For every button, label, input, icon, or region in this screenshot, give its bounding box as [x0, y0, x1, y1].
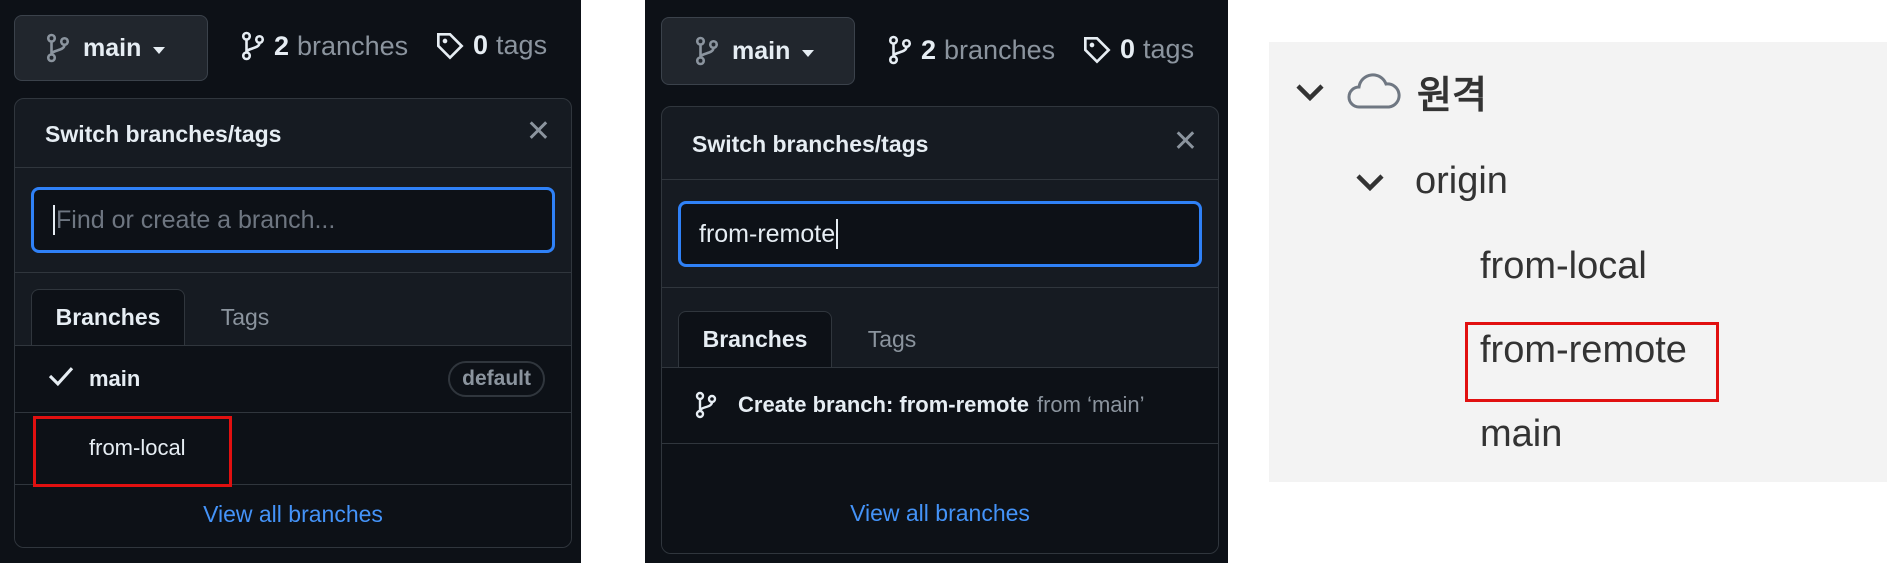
tab-branches-label: Branches	[55, 304, 161, 330]
text-cursor	[53, 205, 55, 235]
branch-select-label: main	[83, 33, 142, 62]
git-branch-icon	[695, 391, 717, 419]
create-branch-label: Create branch: from-remote	[738, 392, 1029, 417]
tab-tags[interactable]: Tags	[195, 289, 295, 345]
search-value: from-remote	[699, 219, 836, 248]
git-branch-icon	[241, 31, 265, 61]
tab-tags-label: Tags	[867, 325, 917, 352]
github-branch-panel-typed: main 2 branches 0 tags Switch branches/t…	[645, 0, 1228, 563]
highlight-box	[1465, 322, 1719, 402]
remote-branch-name: from-local	[1480, 245, 1647, 287]
branches-word: branches	[297, 30, 409, 61]
branches-word: branches	[944, 34, 1056, 65]
tab-branches-label: Branches	[702, 326, 808, 352]
git-branch-icon	[888, 35, 912, 65]
tabs-row: Branches Tags	[662, 311, 1218, 367]
divider	[662, 287, 1218, 288]
branches-count: 2	[921, 34, 937, 65]
remote-name: origin	[1415, 160, 1508, 202]
tab-tags[interactable]: Tags	[842, 311, 942, 367]
dropdown-title: Switch branches/tags	[45, 121, 282, 147]
create-branch-list: Create branch: from-remote from ‘main’ V…	[662, 368, 1218, 553]
remote-branch-name: main	[1480, 413, 1563, 455]
close-icon[interactable]: ✕	[1173, 127, 1198, 157]
caret-down-icon	[153, 46, 166, 54]
git-branch-icon	[695, 36, 719, 66]
remote-branch-row[interactable]: main	[1480, 413, 1562, 456]
tags-word: tags	[496, 30, 548, 60]
git-branch-icon	[46, 33, 70, 63]
divider	[662, 179, 1218, 180]
github-branch-panel-initial: main 2 branches 0 tags Switch branches/t…	[0, 0, 581, 563]
divider	[15, 167, 571, 168]
search-placeholder: Find or create a branch...	[56, 205, 336, 234]
branch-select-label: main	[732, 36, 791, 65]
tag-icon	[1084, 36, 1111, 64]
remote-group-label: 원격	[1417, 75, 1487, 117]
close-icon[interactable]: ✕	[526, 117, 551, 147]
create-branch-source: from ‘main’	[1036, 392, 1145, 417]
tab-branches[interactable]: Branches	[678, 311, 832, 367]
chevron-down-icon	[1296, 83, 1324, 101]
default-badge: default	[448, 361, 545, 397]
divider	[662, 443, 1218, 444]
tab-branches[interactable]: Branches	[31, 289, 185, 345]
tabs-row: Branches Tags	[15, 289, 571, 345]
branch-dropdown: Switch branches/tags ✕ from-remote Branc…	[661, 106, 1219, 554]
branch-row-main[interactable]: main default	[15, 346, 571, 412]
highlight-box	[33, 416, 232, 487]
remote-group-row[interactable]: 원격	[1295, 64, 1487, 119]
view-all-branches-link[interactable]: View all branches	[662, 500, 1218, 527]
tags-count: 0	[1120, 34, 1136, 64]
cloud-icon	[1347, 72, 1401, 108]
branch-select-button[interactable]: main	[661, 17, 855, 85]
branches-count-link[interactable]: 2 branches	[240, 30, 408, 62]
branch-search-input[interactable]: from-remote	[678, 201, 1202, 267]
git-client-remote-tree: 원격 origin from-local from-remote main	[1269, 42, 1887, 482]
branches-count-link[interactable]: 2 branches	[887, 34, 1055, 66]
remote-origin-row[interactable]: origin	[1355, 160, 1508, 203]
tab-tags-label: Tags	[220, 303, 270, 330]
caret-down-icon	[802, 49, 815, 57]
branch-select-button[interactable]: main	[14, 15, 208, 81]
branch-search-input[interactable]: Find or create a branch...	[31, 187, 555, 253]
view-all-branches-link[interactable]: View all branches	[15, 501, 571, 528]
text-cursor	[836, 219, 839, 249]
branches-count: 2	[274, 30, 290, 61]
tags-count-link[interactable]: 0 tags	[1082, 34, 1194, 65]
remote-branch-row[interactable]: from-local	[1480, 245, 1647, 288]
tag-icon	[437, 32, 464, 60]
check-icon	[48, 365, 74, 393]
tags-word: tags	[1143, 34, 1195, 64]
dropdown-title: Switch branches/tags	[692, 131, 929, 157]
divider	[15, 272, 571, 273]
create-branch-row[interactable]: Create branch: from-remote from ‘main’	[662, 368, 1218, 442]
tags-count-link[interactable]: 0 tags	[435, 30, 547, 61]
chevron-down-icon	[1356, 173, 1384, 191]
tags-count: 0	[473, 30, 489, 60]
branch-name: main	[89, 366, 141, 391]
